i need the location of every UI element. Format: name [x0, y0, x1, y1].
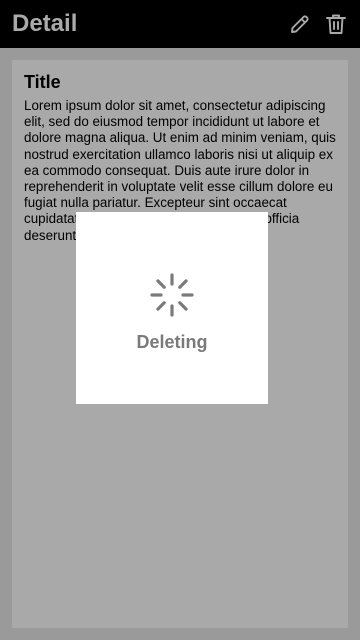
pencil-icon[interactable]	[288, 12, 312, 36]
page-title: Detail	[12, 10, 78, 37]
trash-icon[interactable]	[324, 12, 348, 36]
loading-dialog: Deleting	[76, 212, 268, 404]
app-bar: Detail	[0, 0, 360, 48]
detail-title: Title	[24, 72, 61, 92]
spinner-icon	[150, 273, 194, 317]
loading-label: Deleting	[136, 332, 208, 352]
